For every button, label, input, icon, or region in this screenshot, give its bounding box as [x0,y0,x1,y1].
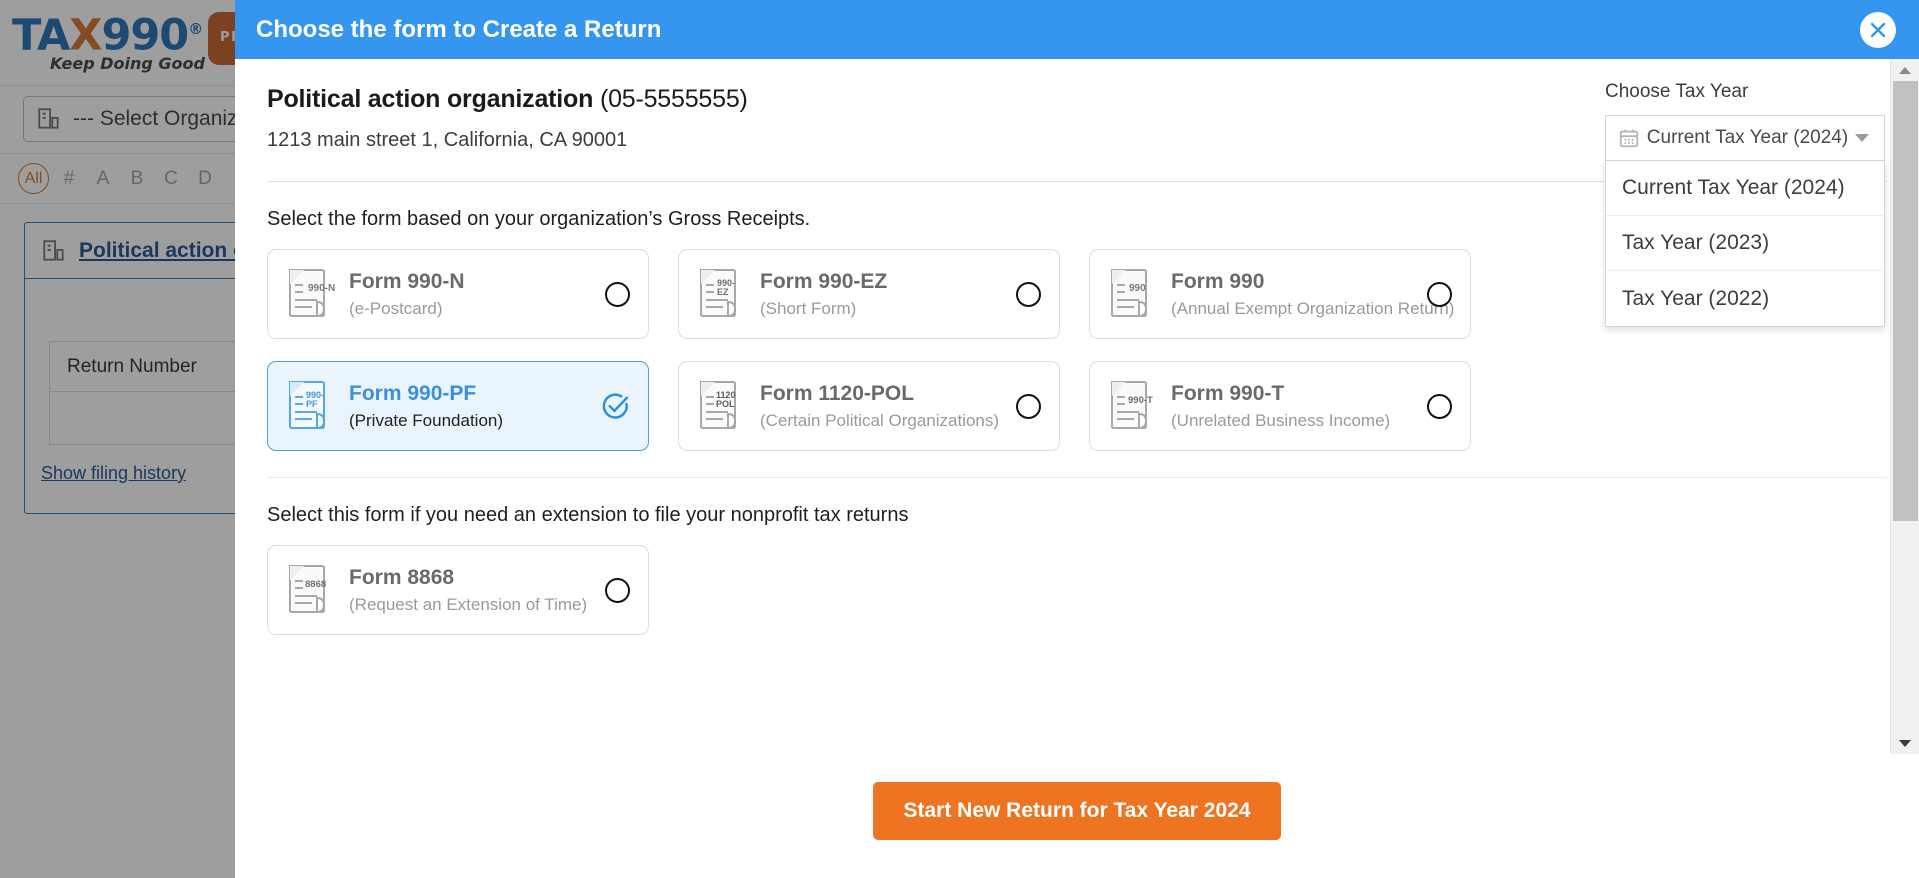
tax-year-label: Choose Tax Year [1605,81,1749,102]
check-circle-icon[interactable] [601,392,630,421]
form-badge-990: 990 [1129,283,1146,294]
svg-text:POL: POL [716,399,735,409]
organization-name: Political action organization [267,85,594,113]
scroll-up-arrow-icon [1899,66,1911,74]
modal-content: Choose Tax Year Current Tax Year (2024) … [235,59,1919,635]
form-card-text: Form 990-PF (Private Foundation) [349,382,601,431]
document-icon: 990 [1111,269,1148,318]
form-subtitle: (Short Form) [760,298,857,318]
form-card-text: Form 8868 (Request an Extension of Time) [349,566,605,615]
close-icon [1870,22,1886,38]
document-icon: 1120 POL [700,381,737,430]
screen: TAX990® PRO Keep Doing Good --- Select O… [0,0,1919,878]
form-card-text: Form 990-N (e-Postcard) [349,270,605,319]
scroll-up-button[interactable] [1891,59,1919,81]
svg-text:PF: PF [306,399,318,409]
radio-unselected-icon[interactable] [1427,281,1452,307]
form-card-text: Form 990 (Annual Exempt Organization Ret… [1171,269,1455,319]
radio-unselected-icon[interactable] [605,577,630,603]
modal-header: Choose the form to Create a Return [235,0,1919,59]
form-card-990-t[interactable]: 990-T Form 990-T (Unrelated Business Inc… [1089,361,1471,451]
form-title: Form 8868 [349,565,455,589]
modal-body: Choose Tax Year Current Tax Year (2024) … [235,59,1919,754]
form-badge-990-t: 990-T [1128,395,1153,406]
form-card-8868[interactable]: 8868 Form 8868 (Request an Extension of … [267,545,649,635]
form-card-1120-pol[interactable]: 1120 POL Form 1120-POL (Certain Politica… [678,361,1060,451]
scroll-down-button[interactable] [1891,732,1919,754]
extension-form-grid: 8868 Form 8868 (Request an Extension of … [267,545,1887,635]
scroll-down-arrow-icon [1899,739,1911,747]
calendar-icon [1619,129,1639,148]
scrollbar-track[interactable] [1891,81,1919,732]
form-title: Form 990-PF [349,381,477,405]
modal-footer: Start New Return for Tax Year 2024 [235,754,1919,878]
radio-unselected-icon[interactable] [1016,281,1041,307]
document-icon: 8868 [289,565,326,614]
form-subtitle: (Unrelated Business Income) [1171,410,1391,430]
scrollbar-thumb[interactable] [1892,81,1918,521]
form-title: Form 1120-POL [760,381,915,405]
radio-unselected-icon[interactable] [1016,393,1041,419]
tax-year-option-2024[interactable]: Current Tax Year (2024) [1606,161,1884,216]
form-badge-990-n: 990-N [308,283,335,294]
form-card-text: Form 990-T (Unrelated Business Income) [1171,382,1427,431]
form-title: Form 990 [1171,269,1265,293]
divider [267,477,1887,478]
modal-title: Choose the form to Create a Return [256,15,662,43]
tax-year-option-2022[interactable]: Tax Year (2022) [1606,271,1884,326]
svg-text:EZ: EZ [717,287,729,297]
radio-unselected-icon[interactable] [1427,393,1452,419]
radio-unselected-icon[interactable] [605,281,630,307]
form-subtitle: (Request an Extension of Time) [349,594,588,614]
form-title: Form 990-N [349,269,465,293]
form-badge-8868: 8868 [305,579,326,590]
document-icon: 990-T [1111,381,1153,430]
form-card-990-pf[interactable]: 990- PF Form 990-PF (Private Foundation) [267,361,649,451]
form-title: Form 990-EZ [760,269,888,293]
tax-year-selector: Choose Tax Year Current Tax Year (2024) … [1605,81,1885,327]
form-subtitle: (e-Postcard) [349,298,443,318]
form-subtitle: (Certain Political Organizations) [760,410,1000,430]
close-modal-button[interactable] [1860,12,1896,48]
tax-year-selected-value: Current Tax Year (2024) [1646,127,1849,148]
modal-scroll-region: Choose Tax Year Current Tax Year (2024) … [235,59,1919,754]
tax-year-option-2023[interactable]: Tax Year (2023) [1606,216,1884,271]
start-new-return-button[interactable]: Start New Return for Tax Year 2024 [873,782,1281,840]
form-card-text: Form 990-EZ (Short Form) [760,270,1016,319]
form-subtitle: (Private Foundation) [349,410,504,430]
document-icon: 990- PF [289,381,326,430]
chevron-down-icon [1855,134,1869,142]
form-card-990[interactable]: 990 Form 990 (Annual Exempt Organization… [1089,249,1471,339]
form-card-text: Form 1120-POL (Certain Political Organiz… [760,382,1016,431]
form-card-990-n[interactable]: 990-N Form 990-N (e-Postcard) [267,249,649,339]
document-icon: 990-N [289,269,335,318]
tax-year-dropdown-menu: Current Tax Year (2024) Tax Year (2023) … [1605,161,1885,327]
form-title: Form 990-T [1171,381,1285,405]
extension-section-label: Select this form if you need an extensio… [267,504,909,526]
choose-form-modal: Choose the form to Create a Return Choos… [235,0,1919,878]
organization-ein: (05-5555555) [599,85,748,113]
form-card-990-ez[interactable]: 990- EZ Form 990-EZ (Short Form) [678,249,1060,339]
form-subtitle: (Annual Exempt Organization Return) [1171,298,1455,318]
document-icon: 990- EZ [700,269,737,318]
tax-year-dropdown-trigger[interactable]: Current Tax Year (2024) [1605,115,1885,161]
modal-scrollbar[interactable] [1890,59,1919,754]
